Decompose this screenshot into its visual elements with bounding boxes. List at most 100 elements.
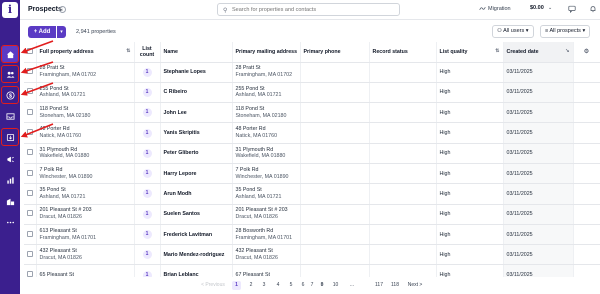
analytics-icon[interactable] (2, 172, 18, 188)
page-7[interactable]: 7 (309, 281, 315, 290)
page-6[interactable]: 6 (300, 281, 306, 290)
column-full-address[interactable]: Full property address ⇅ (36, 42, 135, 63)
table-row[interactable]: 65 Pleasant St 1 Brian Leblanc 67 Pleasant … (24, 264, 600, 277)
prospects-filter[interactable]: ≡ All prospects ▾ (540, 25, 591, 38)
column-list-count[interactable]: List count (134, 42, 161, 63)
page-9[interactable]: 9 (319, 281, 325, 290)
property-address-cell[interactable]: 7 Polk Rd Winchester, MA 01890 (36, 163, 135, 185)
column-name[interactable]: Name (160, 42, 233, 63)
owner-name-cell[interactable]: Arun Modh (160, 183, 233, 205)
page-2[interactable]: 2 (248, 281, 254, 290)
created-date-value: 03/11/2025 (506, 109, 533, 116)
page-5[interactable]: 5 (288, 281, 294, 290)
column-list-quality[interactable]: List quality ⇅ (436, 42, 504, 63)
property-address-cell[interactable]: 255 Pond St Ashland, MA 01721 (36, 82, 135, 104)
info-icon[interactable]: i (59, 6, 66, 13)
row-checkbox[interactable] (27, 250, 33, 257)
inbox-icon[interactable] (2, 108, 18, 124)
row-checkbox[interactable] (27, 169, 33, 176)
gear-icon[interactable]: ⚙ (584, 49, 589, 55)
row-actions-cell (573, 264, 600, 277)
owner-name-cell[interactable]: Frederick Lavitman (160, 224, 233, 246)
contacts-icon[interactable] (1, 65, 19, 83)
import-icon[interactable] (1, 128, 19, 146)
owner-name-cell[interactable]: Stephanie Lopes (160, 62, 233, 83)
property-address-cell[interactable]: 118 Pond St Stoneham, MA 02180 (36, 102, 135, 124)
property-address-cell[interactable]: 35 Pond St Ashland, MA 01721 (36, 183, 135, 205)
previous-page-button[interactable]: < Previous (200, 281, 226, 290)
row-checkbox[interactable] (27, 210, 33, 217)
page-1[interactable]: 1 (232, 281, 241, 290)
more-icon[interactable] (2, 214, 18, 230)
list-count-cell: 1 (134, 224, 161, 246)
column-created-date[interactable]: Created date ↘ (503, 42, 574, 63)
table-row[interactable]: 48 Porter Rd Natick, MA 01760 1 Yanis Skrip… (24, 122, 600, 144)
sort-descending-icon[interactable]: ↘ (565, 48, 569, 54)
dollar-icon[interactable]: $ (1, 86, 19, 104)
property-address-cell[interactable]: 28 Pratt St Framingham, MA 01702 (36, 62, 135, 83)
owner-name-cell[interactable]: Suelen Santos (160, 204, 233, 225)
property-address-cell[interactable]: 613 Pleasant St Framingham, MA 01701 (36, 224, 135, 246)
table-row[interactable]: 201 Pleasant St # 203 Dracut, MA 01826 1 Su… (24, 204, 600, 225)
chevron-down-icon: ▾ (580, 28, 586, 34)
property-address-cell[interactable]: 48 Porter Rd Natick, MA 01760 (36, 122, 135, 144)
owner-name-cell[interactable]: Yanis Skripitis (160, 122, 233, 144)
column-phone[interactable]: Primary phone (300, 42, 370, 63)
column-record-status[interactable]: Record status (369, 42, 437, 63)
created-date-cell: 03/11/2025 (503, 102, 574, 124)
megaphone-icon[interactable] (2, 151, 18, 167)
buildings-icon[interactable] (2, 193, 18, 209)
page-10[interactable]: 10 (331, 281, 340, 290)
table-row[interactable]: 31 Plymouth Rd Wakefield, MA 01880 1 Peter … (24, 143, 600, 164)
row-checkbox[interactable] (27, 149, 33, 156)
property-address-cell[interactable]: 31 Plymouth Rd Wakefield, MA 01880 (36, 143, 135, 164)
search-input[interactable] (232, 5, 392, 15)
search-box[interactable]: ⚲ (217, 3, 400, 16)
property-street: 255 Pond St (39, 85, 69, 92)
column-settings[interactable]: ⚙ (573, 42, 600, 63)
table-row[interactable]: 7 Polk Rd Winchester, MA 01890 1 Harry Lepo… (24, 163, 600, 185)
chat-icon[interactable] (568, 5, 576, 14)
svg-text:$: $ (9, 93, 12, 99)
add-menu-chevron-icon[interactable]: ▾ (57, 26, 66, 38)
property-address-cell[interactable]: 432 Pleasant St Dracut, MA 01826 (36, 244, 135, 266)
table-row[interactable]: 613 Pleasant St Framingham, MA 01701 1 Fred… (24, 224, 600, 246)
row-checkbox[interactable] (27, 230, 33, 237)
migration-link[interactable]: Migration (488, 6, 511, 12)
app-logo[interactable]: i (2, 2, 18, 18)
row-checkbox[interactable] (27, 68, 33, 75)
add-button[interactable]: + Add (28, 26, 56, 38)
property-address-cell[interactable]: 65 Pleasant St (36, 264, 135, 277)
owner-name-cell[interactable]: Brian Leblanc (160, 264, 233, 277)
owner-name-cell[interactable]: Peter Gliberto (160, 143, 233, 164)
select-all-checkbox[interactable] (27, 47, 33, 54)
page-3[interactable]: 3 (261, 281, 267, 290)
page-4[interactable]: 4 (275, 281, 281, 290)
owner-name-cell[interactable]: Harry Lepore (160, 163, 233, 185)
owner-name-cell[interactable]: Mario Mendez-rodriguez (160, 244, 233, 266)
sort-icon[interactable]: ⇅ (495, 48, 499, 54)
table-row[interactable]: 118 Pond St Stoneham, MA 02180 1 John Lee 11… (24, 102, 600, 124)
table-row[interactable]: 255 Pond St Ashland, MA 01721 1 C Ribeiro 25… (24, 82, 600, 104)
row-checkbox[interactable] (27, 129, 33, 136)
users-filter[interactable]: ⚇ All users ▾ (492, 25, 534, 38)
chevron-down-icon[interactable]: ⌄ (548, 5, 552, 11)
row-checkbox[interactable] (27, 189, 33, 196)
owner-name-cell[interactable]: John Lee (160, 102, 233, 124)
row-checkbox[interactable] (27, 108, 33, 115)
page-117[interactable]: 117 (373, 281, 385, 290)
mailing-street: 118 Pond St (235, 105, 265, 112)
table-row[interactable]: 35 Pond St Ashland, MA 01721 1 Arun Modh 35 … (24, 183, 600, 205)
next-page-button[interactable]: Next > (406, 281, 424, 290)
owner-name-cell[interactable]: C Ribeiro (160, 82, 233, 104)
column-mailing-address[interactable]: Primary mailing address (232, 42, 301, 63)
bell-icon[interactable] (589, 5, 597, 13)
table-row[interactable]: 28 Pratt St Framingham, MA 01702 1 Stephani… (24, 62, 600, 83)
page-118[interactable]: 118 (389, 281, 401, 290)
sort-icon[interactable]: ⇅ (126, 48, 130, 54)
table-row[interactable]: 432 Pleasant St Dracut, MA 01826 1 Mario Me… (24, 244, 600, 266)
home-icon[interactable] (1, 45, 19, 63)
row-checkbox[interactable] (27, 88, 33, 95)
property-address-cell[interactable]: 201 Pleasant St # 203 Dracut, MA 01826 (36, 204, 135, 225)
credit-balance[interactable]: $0.00 (530, 5, 544, 11)
